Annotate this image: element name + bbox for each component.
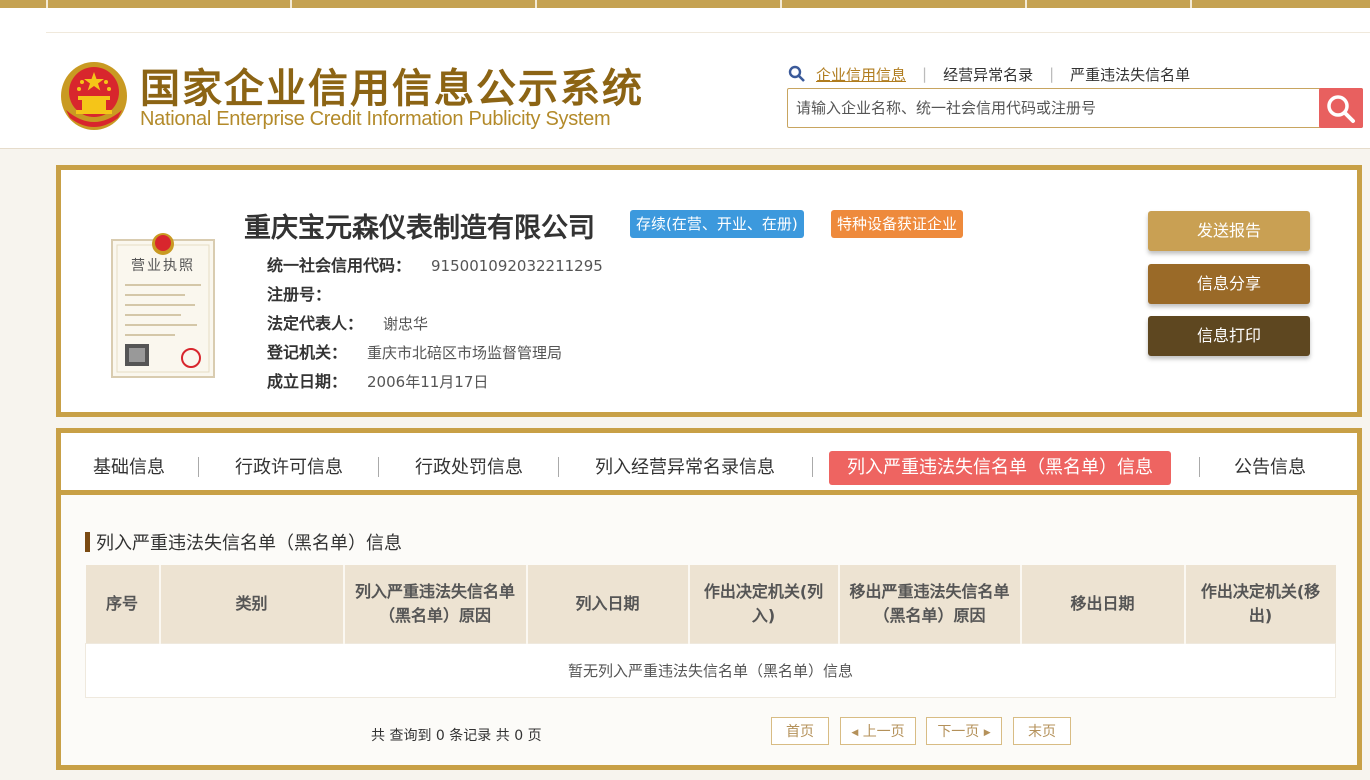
info-legal-representative: 法定代表人： 谢忠华 [267, 314, 429, 333]
link-separator: | [922, 65, 928, 83]
national-emblem-icon [61, 62, 127, 130]
col-list-reason: 列入严重违法失信名单（黑名单）原因 [343, 565, 528, 644]
tab-blacklist[interactable]: 列入严重违法失信名单（黑名单）信息 [829, 451, 1171, 485]
col-list-authority: 作出决定机关(列入) [688, 565, 840, 644]
tab-separator [1199, 457, 1200, 477]
link-abnormal-list[interactable]: 经营异常名录 [943, 64, 1033, 85]
table-header-row: 序号 类别 列入严重违法失信名单（黑名单）原因 列入日期 作出决定机关(列入) … [85, 565, 1336, 644]
tab-separator [378, 457, 379, 477]
first-page-button[interactable]: 首页 [771, 717, 829, 745]
tab-separator [558, 457, 559, 477]
next-page-button[interactable]: 下一页 ▶ [926, 717, 1002, 745]
print-info-button[interactable]: 信息打印 [1148, 316, 1310, 356]
blacklist-table: 序号 类别 列入严重违法失信名单（黑名单）原因 列入日期 作出决定机关(列入) … [85, 565, 1336, 698]
search-category-links: 企业信用信息 | 经营异常名录 | 严重违法失信名单 [788, 62, 1190, 86]
site-title-en: National Enterprise Credit Information P… [140, 108, 611, 130]
arrow-right-icon: ▶ [983, 728, 991, 738]
info-registration-number: 注册号： [267, 285, 332, 304]
pager-summary: 共 查询到 0 条记录 共 0 页 [371, 728, 542, 744]
tab-announcements[interactable]: 公告信息 [1234, 451, 1306, 485]
tab-separator [812, 457, 813, 477]
status-badge: 存续(在营、开业、在册) [630, 210, 804, 238]
last-page-button[interactable]: 末页 [1013, 717, 1071, 745]
search-box [787, 88, 1363, 128]
link-blacklist[interactable]: 严重违法失信名单 [1070, 64, 1190, 85]
col-category: 类别 [159, 565, 345, 644]
magnifier-icon [788, 65, 805, 82]
col-list-date: 列入日期 [526, 565, 690, 644]
company-name: 重庆宝元森仪表制造有限公司 [244, 213, 595, 244]
header-divider [46, 32, 1370, 33]
license-title-text: 营业执照 [131, 258, 195, 274]
info-establish-date: 成立日期： 2006年11月17日 [267, 372, 489, 391]
table-row: 暂无列入严重违法失信名单（黑名单）信息 [85, 643, 1336, 698]
col-removal-date: 移出日期 [1020, 565, 1186, 644]
col-removal-authority: 作出决定机关(移出) [1184, 565, 1336, 644]
empty-message: 暂无列入严重违法失信名单（黑名单）信息 [85, 643, 1336, 698]
record-count: 0 [435, 728, 445, 744]
share-info-button[interactable]: 信息分享 [1148, 264, 1310, 304]
section-title-bar [85, 532, 90, 552]
company-card: 营业执照 重庆宝元森仪表制造有限公司 存续(在营、开业、在册) 特种设备获证企业… [56, 165, 1362, 417]
detail-panel: 基础信息 行政许可信息 行政处罚信息 列入经营异常名录信息 列入严重违法失信名单… [56, 428, 1362, 770]
info-registration-authority: 登记机关： 重庆市北碚区市场监督管理局 [267, 343, 563, 362]
link-separator: | [1049, 65, 1055, 83]
link-enterprise-credit[interactable]: 企业信用信息 [816, 64, 906, 85]
tab-basic-info[interactable]: 基础信息 [93, 451, 165, 485]
search-button[interactable] [1319, 88, 1363, 128]
col-index: 序号 [85, 565, 161, 644]
search-input[interactable] [788, 89, 1334, 127]
section-title: 列入严重违法失信名单（黑名单）信息 [85, 529, 402, 555]
special-equipment-badge: 特种设备获证企业 [831, 210, 964, 238]
top-color-strip [0, 0, 1370, 8]
prev-page-button[interactable]: ◀ 上一页 [840, 717, 916, 745]
tab-admin-license[interactable]: 行政许可信息 [235, 451, 343, 485]
tab-abnormal-list[interactable]: 列入经营异常名录信息 [595, 451, 775, 485]
col-removal-reason: 移出严重违法失信名单（黑名单）原因 [838, 565, 1022, 644]
info-credit-code: 统一社会信用代码： 915001092032211295 [267, 256, 603, 275]
tab-separator [198, 457, 199, 477]
business-license-icon[interactable]: 营业执照 [111, 230, 215, 378]
send-report-button[interactable]: 发送报告 [1148, 211, 1310, 251]
page-count: 0 [514, 728, 524, 744]
tab-bar: 基础信息 行政许可信息 行政处罚信息 列入经营异常名录信息 列入严重违法失信名单… [61, 433, 1357, 495]
tab-admin-penalty[interactable]: 行政处罚信息 [415, 451, 523, 485]
arrow-left-icon: ◀ [851, 728, 859, 738]
search-icon [1327, 95, 1355, 123]
site-title-cn: 国家企业信用信息公示系统 [140, 66, 644, 112]
site-header: 国家企业信用信息公示系统 National Enterprise Credit … [0, 8, 1370, 149]
